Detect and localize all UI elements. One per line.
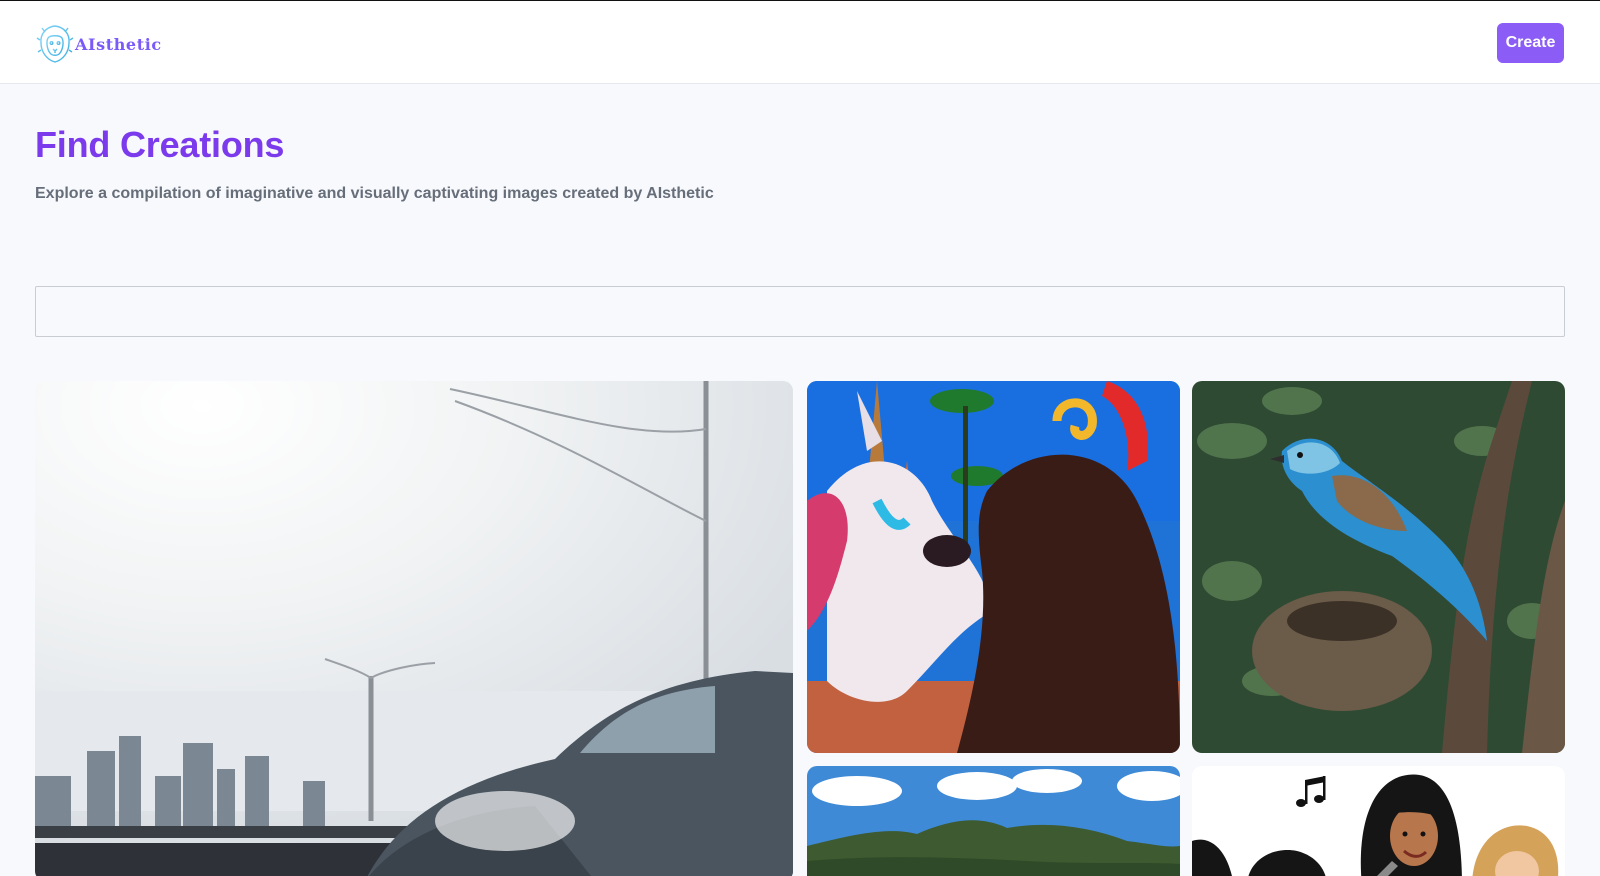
cartoon-singers-image	[1192, 766, 1565, 876]
car-on-bridge-city-skyline-image	[35, 381, 793, 876]
create-button[interactable]: Create	[1497, 23, 1564, 63]
gallery-card-mountains[interactable]	[807, 766, 1180, 876]
search-input[interactable]	[35, 286, 1565, 337]
top-navbar: AIsthetic Create	[0, 1, 1600, 84]
page-subtitle: Explore a compilation of imaginative and…	[35, 185, 714, 202]
gallery-card-unicorn[interactable]	[807, 381, 1180, 753]
gallery-card-car-bridge[interactable]	[35, 381, 793, 876]
logo-text: AIsthetic	[75, 34, 162, 54]
gallery-card-cartoon-singers[interactable]	[1192, 766, 1565, 876]
mountain-landscape-image	[807, 766, 1180, 876]
lion-icon	[36, 25, 74, 63]
gallery-card-bird[interactable]	[1192, 381, 1565, 753]
page-title: Find Creations	[35, 124, 285, 165]
logo-link[interactable]: AIsthetic	[36, 23, 162, 65]
unicorn-and-girl-image	[807, 381, 1180, 753]
blue-bird-on-nest-image	[1192, 381, 1565, 753]
